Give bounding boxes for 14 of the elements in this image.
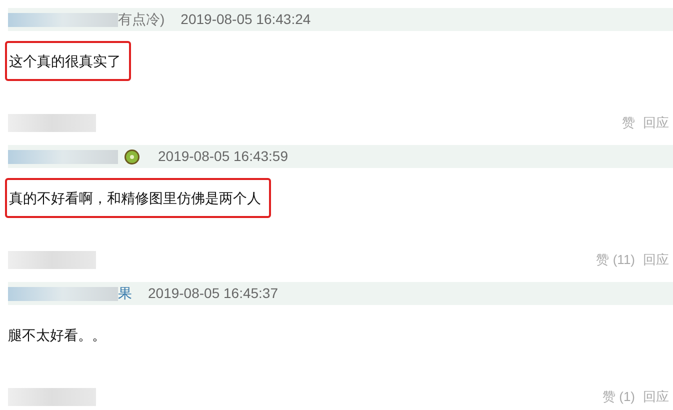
comment-text: 真的不好看啊，和精修图里仿佛是两个人 bbox=[5, 178, 271, 218]
username[interactable]: 果 bbox=[118, 283, 132, 304]
like-link[interactable]: 赞 bbox=[622, 113, 635, 133]
timestamp: 2019-08-05 16:43:59 bbox=[158, 147, 288, 166]
like-link[interactable]: 赞 (1) bbox=[602, 387, 635, 407]
reply-link[interactable]: 回应 bbox=[643, 250, 669, 270]
timestamp: 2019-08-05 16:43:24 bbox=[180, 10, 311, 29]
timestamp: 2019-08-05 16:45:37 bbox=[148, 284, 278, 303]
username[interactable]: 有点冷) bbox=[118, 9, 165, 30]
reply-link[interactable]: 回应 bbox=[643, 387, 669, 407]
comment-text: 这个真的很真实了 bbox=[5, 41, 131, 81]
comment-text: 腿不太好看。。 bbox=[8, 326, 106, 344]
reply-link[interactable]: 回应 bbox=[643, 113, 669, 133]
like-link[interactable]: 赞 (11) bbox=[596, 250, 635, 270]
